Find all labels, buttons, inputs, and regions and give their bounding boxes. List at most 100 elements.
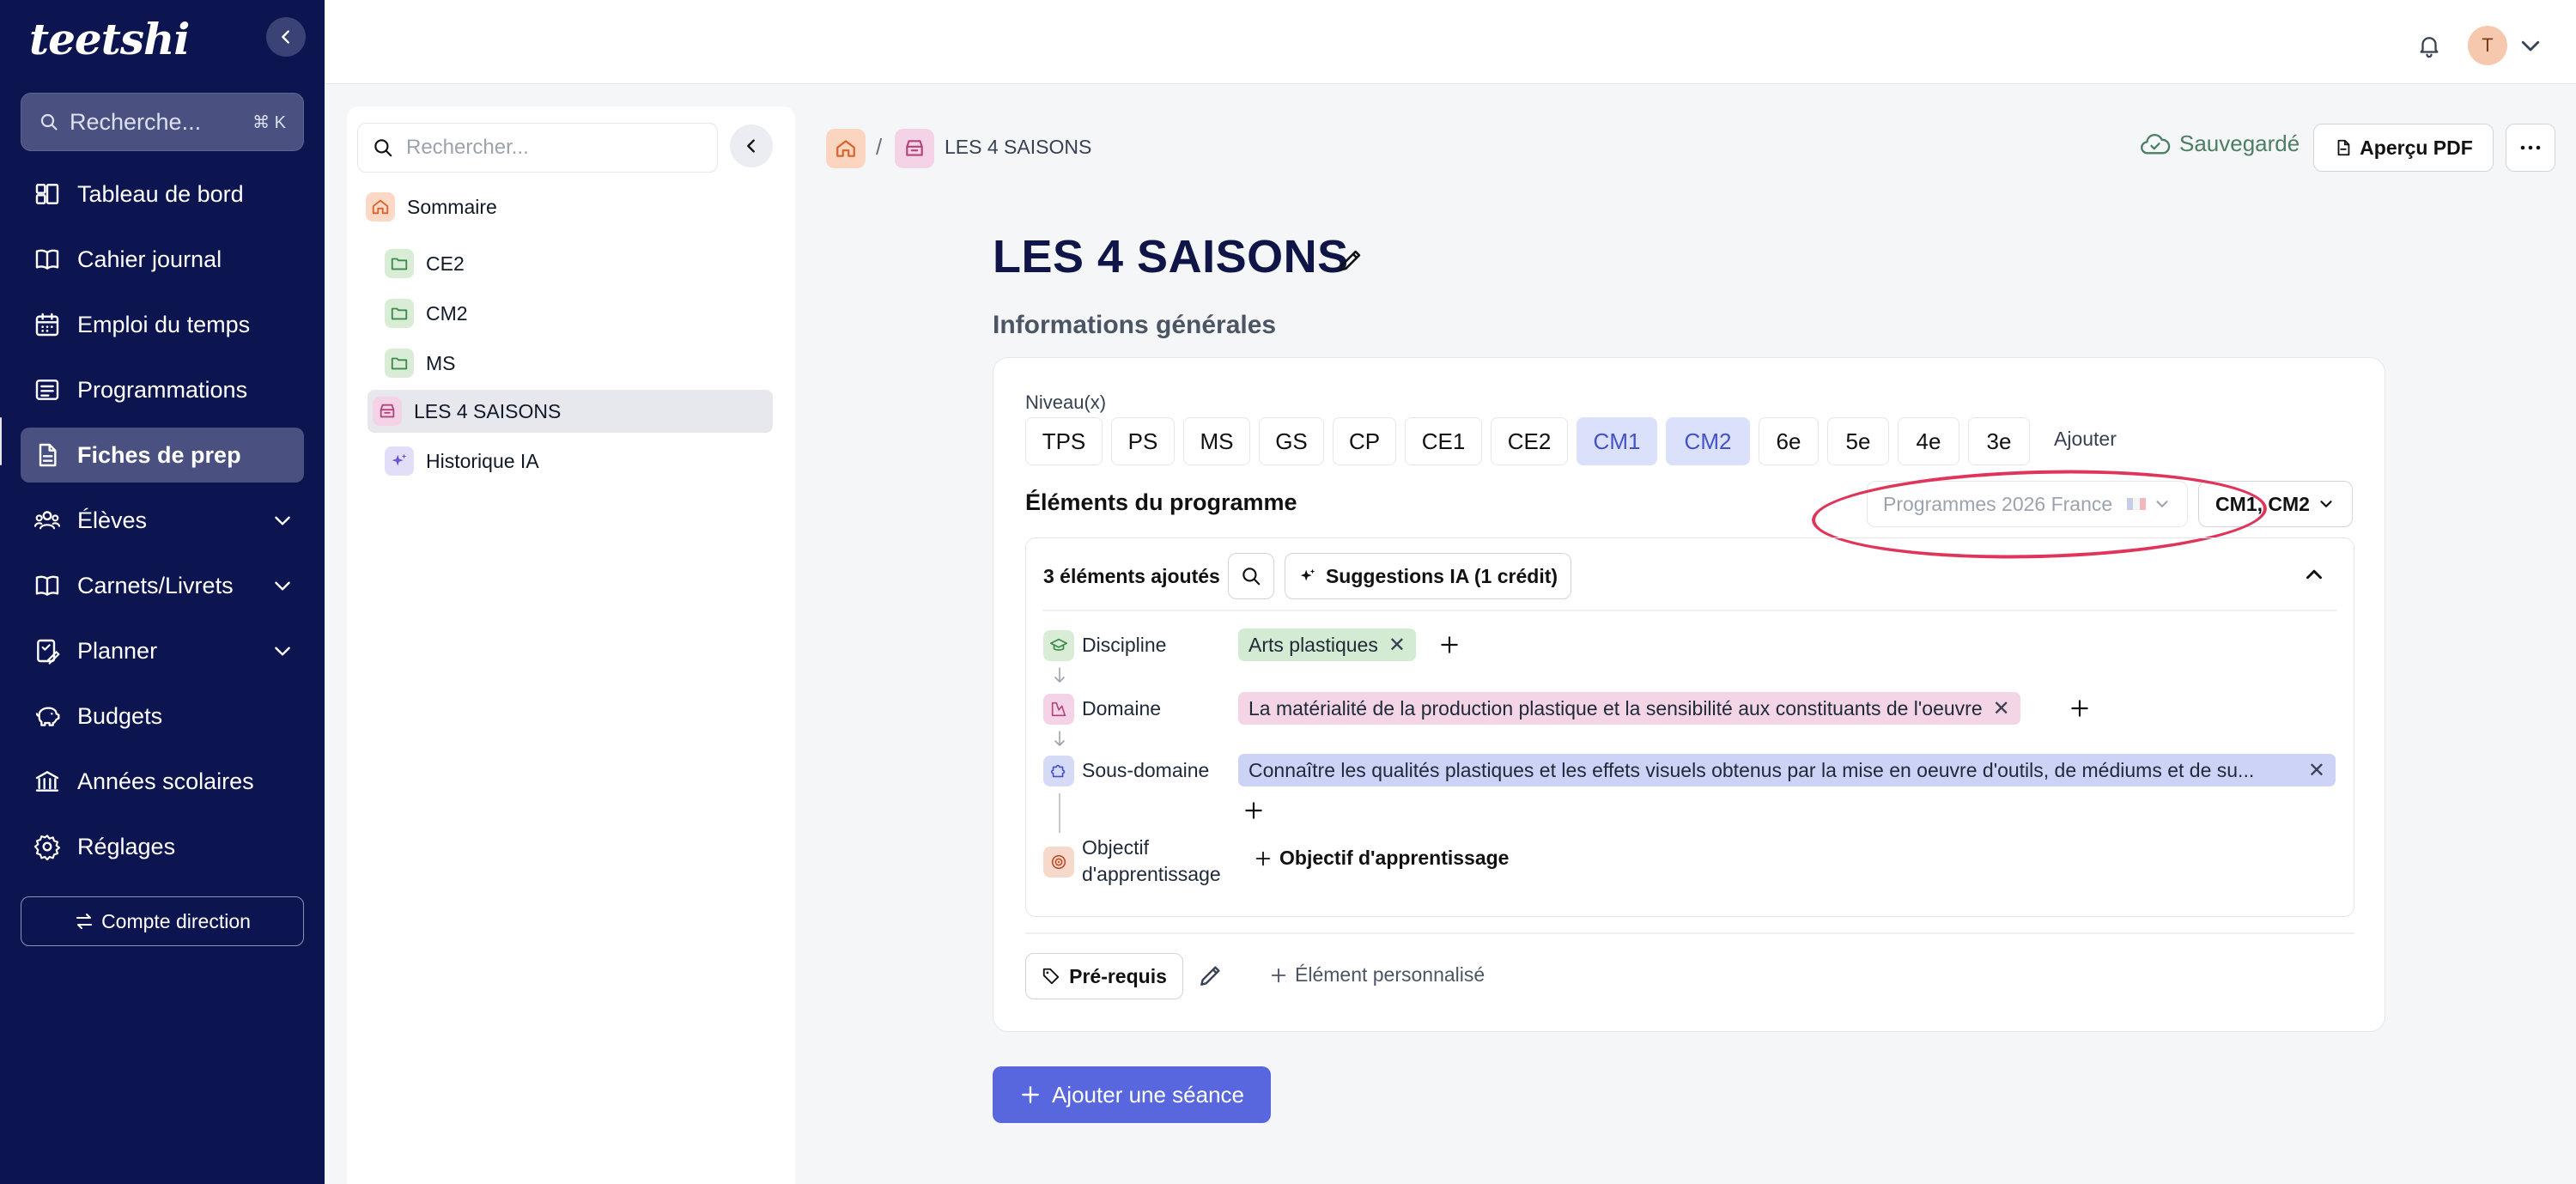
program-elements-box (1025, 537, 2354, 917)
sous-domaine-tag[interactable]: Connaître les qualités plastiques et les… (1238, 754, 2336, 786)
discipline-tag[interactable]: Arts plastiques ✕ (1238, 628, 1416, 661)
avatar[interactable]: T (2468, 26, 2507, 65)
edit-prerequis-button[interactable] (1197, 962, 1224, 989)
add-objectif-button[interactable]: Objectif d'apprentissage (1254, 847, 1509, 870)
list-icon (31, 373, 64, 406)
students-icon (31, 504, 64, 537)
sidebar-item-label: Fiches de prep (77, 441, 241, 468)
more-horizontal-icon (2520, 145, 2541, 150)
plus-icon (2071, 700, 2088, 717)
plus-icon (1441, 636, 1458, 653)
remove-tag-icon[interactable]: ✕ (1993, 696, 2010, 721)
chevron-up-icon (2306, 569, 2322, 580)
account-menu-toggle[interactable] (2518, 33, 2543, 58)
level-chip-3e[interactable]: 3e (1968, 417, 2030, 465)
remove-tag-icon[interactable]: ✕ (1388, 633, 1406, 658)
level-chip-5e[interactable]: 5e (1827, 417, 1889, 465)
level-chip-cm1[interactable]: CM1 (1577, 417, 1657, 465)
graduation-cap-icon (1043, 630, 1074, 661)
tree-item-historique-ia[interactable]: Historique IA (373, 440, 783, 483)
collapse-elements-button[interactable] (2301, 562, 2327, 587)
arrow-down-icon (1054, 731, 1065, 746)
level-chip-ce1[interactable]: CE1 (1405, 417, 1482, 465)
add-domaine-button[interactable] (2066, 695, 2093, 722)
collapse-sidebar-button[interactable] (266, 17, 306, 57)
divider (1025, 932, 2354, 934)
sidebar-item-label: Élèves (77, 507, 148, 533)
sidebar-item-carnets-livrets[interactable]: Carnets/Livrets (21, 558, 304, 613)
tree-item-les-4-saisons[interactable]: LES 4 SAISONS (368, 390, 773, 433)
plus-icon (1271, 968, 1286, 982)
more-options-button[interactable] (2506, 124, 2555, 172)
chevron-down-icon (275, 516, 290, 525)
sidebar-item-label: Années scolaires (77, 768, 254, 794)
sidebar-item-fiches-de-prep[interactable]: Fiches de prep (21, 428, 304, 483)
tree-item-ms[interactable]: MS (373, 342, 783, 385)
level-chip-tps[interactable]: TPS (1025, 417, 1103, 465)
search-elements-button[interactable] (1228, 553, 1274, 599)
save-status: Sauvegardé (2140, 131, 2300, 157)
level-chip-ps[interactable]: PS (1111, 417, 1175, 465)
tree-item-sommaire[interactable]: Sommaire (362, 185, 773, 228)
sidebar-item-budgets[interactable]: Budgets (21, 689, 304, 744)
sidebar-item-label: Carnets/Livrets (77, 572, 234, 598)
planner-icon (31, 635, 64, 667)
sidebar-item-tableau-de-bord[interactable]: Tableau de bord (21, 167, 304, 222)
level-chip-cm2[interactable]: CM2 (1666, 417, 1750, 465)
app-logo[interactable]: teetshi (29, 14, 190, 64)
tree-search[interactable] (357, 123, 718, 173)
compte-direction-button[interactable]: Compte direction (21, 896, 304, 946)
sidebar-item-annees-scolaires[interactable]: Années scolaires (21, 754, 304, 809)
chevron-down-icon (275, 647, 290, 656)
sidebar-item-cahier-journal[interactable]: Cahier journal (21, 232, 304, 287)
sidebar-item-reglages[interactable]: Réglages (21, 819, 304, 874)
niveaux-label: Niveau(x) (1025, 392, 1107, 413)
tree-search-input[interactable] (406, 136, 698, 160)
pdf-preview-button[interactable]: Aperçu PDF (2313, 124, 2494, 172)
discipline-tag-label: Arts plastiques (1249, 633, 1378, 656)
level-chip-ce2[interactable]: CE2 (1491, 417, 1568, 465)
elements-count: 3 éléments ajoutés (1043, 565, 1220, 587)
sidebar-item-planner[interactable]: Planner (21, 623, 304, 678)
tree-item-cm2[interactable]: CM2 (373, 292, 783, 335)
ai-suggestions-button[interactable]: Suggestions IA (1 crédit) (1285, 553, 1571, 599)
breadcrumb-box[interactable] (895, 129, 934, 168)
level-chip-ms[interactable]: MS (1183, 417, 1250, 465)
edit-title-button[interactable] (1336, 246, 1365, 275)
tree-item-ce2[interactable]: CE2 (373, 242, 783, 285)
elements-programme-title: Éléments du programme (1025, 489, 1297, 515)
notification-button[interactable] (2416, 33, 2442, 58)
add-discipline-button[interactable] (1436, 631, 1463, 659)
sidebar-search[interactable]: Recherche... ⌘ K (21, 93, 304, 151)
add-seance-button[interactable]: Ajouter une séance (993, 1066, 1271, 1123)
level-chip-6e[interactable]: 6e (1759, 417, 1819, 465)
level-chip-gs[interactable]: GS (1259, 417, 1324, 465)
sidebar-item-label: Budgets (77, 702, 163, 729)
swap-icon (76, 914, 93, 929)
box-icon (906, 140, 923, 156)
tree-item-label: CM2 (426, 301, 468, 325)
domaine-tag[interactable]: La matérialité de la production plastiqu… (1238, 692, 2020, 725)
remove-tag-icon[interactable]: ✕ (2308, 758, 2325, 783)
sidebar-item-programmations[interactable]: Programmations (21, 362, 304, 417)
collapse-tree-button[interactable] (730, 124, 773, 167)
add-sous-domaine-button[interactable] (1240, 797, 1267, 824)
gear-icon (31, 830, 64, 863)
breadcrumb-current[interactable]: LES 4 SAISONS (945, 136, 1091, 159)
level-chip-cp[interactable]: CP (1333, 417, 1396, 465)
search-icon (40, 113, 58, 131)
sidebar-item-eleves[interactable]: Élèves (21, 493, 304, 548)
search-shortcut: ⌘ K (252, 112, 286, 132)
ai-suggestions-label: Suggestions IA (1 crédit) (1325, 564, 1558, 587)
tree-item-label: MS (426, 351, 456, 374)
prerequis-button[interactable]: Pré-requis (1025, 953, 1183, 999)
chevron-left-icon (282, 30, 289, 44)
custom-element-button[interactable]: Élément personnalisé (1269, 963, 1485, 987)
home-icon (366, 192, 395, 222)
level-chip-4e[interactable]: 4e (1898, 417, 1959, 465)
add-level-button[interactable]: Ajouter (2054, 428, 2117, 451)
tree-item-label: LES 4 SAISONS (414, 399, 562, 422)
sidebar: teetshi Recherche... ⌘ K Tableau de bord… (0, 0, 325, 1184)
breadcrumb-home[interactable] (826, 129, 866, 168)
sidebar-item-emploi-du-temps[interactable]: Emploi du temps (21, 297, 304, 352)
